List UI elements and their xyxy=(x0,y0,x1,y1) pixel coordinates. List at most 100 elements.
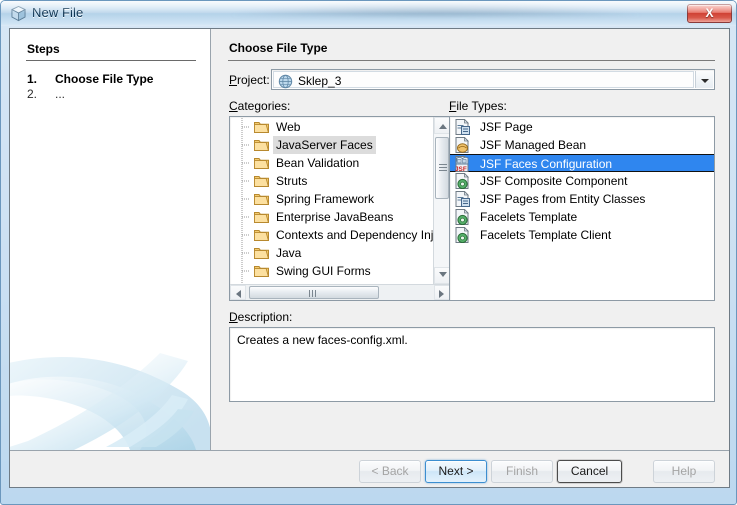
title-bar: New File X xyxy=(1,1,736,26)
category-list-item[interactable]: Enterprise JavaBeans xyxy=(230,208,432,226)
help-button[interactable]: Help xyxy=(653,460,715,483)
step-label: Choose File Type xyxy=(55,72,154,86)
dialog-button-bar: < Back Next > Finish Cancel Help xyxy=(10,450,729,487)
jsf-page-icon xyxy=(454,190,471,207)
title-bar-glow xyxy=(221,1,651,16)
category-label: Spring Framework xyxy=(276,192,375,206)
project-combobox[interactable]: Sklep_3 xyxy=(271,69,715,90)
content-panel: Choose File Type Project: Sklep_3 Catego… xyxy=(212,29,729,450)
categories-horizontal-scrollbar[interactable] xyxy=(230,284,450,300)
package-cube-icon xyxy=(10,5,27,22)
facelets-icon xyxy=(454,226,471,244)
description-box: Creates a new faces-config.xml. xyxy=(229,327,715,402)
scroll-left-arrow-icon[interactable] xyxy=(230,285,246,300)
steps-heading: Steps xyxy=(27,42,60,56)
tree-branch-icon xyxy=(241,190,251,208)
category-label: Contexts and Dependency Inj xyxy=(276,228,434,242)
category-label: Java xyxy=(276,246,302,260)
jsf-component-icon xyxy=(454,172,471,190)
categories-label-rest: ategories: xyxy=(237,99,291,113)
globe-icon xyxy=(278,74,293,89)
project-combobox-field[interactable]: Sklep_3 xyxy=(273,71,694,89)
file-type-list-item[interactable]: JSF Managed Bean xyxy=(450,136,714,154)
cancel-button[interactable]: Cancel xyxy=(557,460,622,483)
tree-branch-icon xyxy=(241,262,251,280)
category-list-item[interactable]: Web xyxy=(230,118,432,136)
file-type-list-item[interactable]: JSF Composite Component xyxy=(450,172,714,190)
project-value: Sklep_3 xyxy=(298,74,342,88)
jsf-managed-bean-icon xyxy=(454,136,471,153)
category-label: Bean Validation xyxy=(276,156,360,170)
dialog-client-area: Steps 1. Choose File Type 2. ... Choose … xyxy=(9,28,730,488)
file-type-label: JSF Faces Configuration xyxy=(480,157,613,171)
category-list-item[interactable]: Java xyxy=(230,244,432,262)
category-label: JavaServer Faces xyxy=(273,136,376,154)
category-list-item[interactable]: JavaServer Faces xyxy=(230,136,432,154)
file-type-label: JSF Pages from Entity Classes xyxy=(480,192,646,206)
file-types-listbox[interactable]: JSF Page JSF Managed Bean JSF JSF Faces Con… xyxy=(449,116,715,301)
step-number: 1. xyxy=(27,72,38,86)
jsf-page-icon xyxy=(454,118,471,135)
hscrollbar-thumb[interactable] xyxy=(249,286,379,299)
facelets-icon xyxy=(454,208,471,226)
close-button[interactable]: X xyxy=(687,4,732,23)
file-type-label: JSF Managed Bean xyxy=(480,138,587,152)
close-icon: X xyxy=(705,6,714,20)
category-label: Swing GUI Forms xyxy=(276,264,371,278)
tree-branch-icon xyxy=(241,208,251,226)
categories-vertical-scrollbar[interactable] xyxy=(433,117,450,284)
scroll-right-arrow-icon[interactable] xyxy=(434,285,450,300)
file-type-label: JSF Page xyxy=(480,120,533,134)
category-list-item[interactable]: Swing GUI Forms xyxy=(230,262,432,280)
description-label: Description: xyxy=(229,310,293,324)
scrollbar-grip-icon xyxy=(439,164,447,171)
file-type-list-item[interactable]: JSF JSF Faces Configuration xyxy=(450,154,714,173)
file-type-list-item[interactable]: JSF Pages from Entity Classes xyxy=(450,190,714,208)
category-list-item[interactable]: Bean Validation xyxy=(230,154,432,172)
category-label: Web xyxy=(276,120,301,134)
file-type-label: Facelets Template xyxy=(480,210,578,224)
folder-icon xyxy=(254,156,269,170)
categories-listbox[interactable]: Web JavaServer Faces Bean Validation Struts… xyxy=(229,116,451,301)
project-label: Project: xyxy=(229,73,270,87)
steps-divider xyxy=(26,60,196,61)
folder-icon xyxy=(254,246,269,260)
file-type-list-item[interactable]: Facelets Template Client xyxy=(450,226,714,244)
file-type-label: Facelets Template Client xyxy=(480,228,612,242)
window-title: New File xyxy=(32,5,84,20)
folder-icon xyxy=(254,174,269,188)
category-list-item[interactable]: Spring Framework xyxy=(230,190,432,208)
categories-label: Categories: xyxy=(229,99,291,113)
chevron-down-icon[interactable] xyxy=(695,71,713,88)
back-button[interactable]: < Back xyxy=(359,460,421,483)
steps-panel: Steps 1. Choose File Type 2. ... xyxy=(10,29,211,450)
project-label-rest: roject: xyxy=(237,73,270,87)
tree-branch-icon xyxy=(241,154,251,172)
description-label-rest: escription: xyxy=(237,310,293,324)
scrollbar-thumb[interactable] xyxy=(435,137,449,199)
new-file-dialog-window: New File X Steps 1. Choose File Type 2. … xyxy=(0,0,737,505)
decorative-swoosh-graphic xyxy=(10,335,210,450)
jsf-config-icon: JSF xyxy=(454,155,471,173)
description-text: Creates a new faces-config.xml. xyxy=(237,333,408,347)
file-types-label: File Types: xyxy=(449,99,507,113)
file-type-list-item[interactable]: JSF Page xyxy=(450,118,714,136)
category-label: Struts xyxy=(276,174,308,188)
category-label: Enterprise JavaBeans xyxy=(276,210,394,224)
tree-branch-icon xyxy=(241,118,251,136)
category-list-item[interactable]: Contexts and Dependency Inj xyxy=(230,226,434,244)
folder-icon xyxy=(254,120,269,134)
file-type-label: JSF Composite Component xyxy=(480,174,628,188)
hscrollbar-grip-icon xyxy=(309,290,318,297)
finish-button[interactable]: Finish xyxy=(491,460,553,483)
file-types-label-rest: ile Types: xyxy=(456,99,507,113)
folder-icon xyxy=(254,264,269,278)
next-button[interactable]: Next > xyxy=(425,460,487,483)
tree-branch-icon xyxy=(241,226,251,244)
tree-branch-icon xyxy=(241,136,251,154)
category-list-item[interactable]: Struts xyxy=(230,172,432,190)
file-type-list-item[interactable]: Facelets Template xyxy=(450,208,714,226)
folder-icon xyxy=(254,228,269,242)
tree-branch-icon xyxy=(241,172,251,190)
folder-icon xyxy=(254,210,269,224)
